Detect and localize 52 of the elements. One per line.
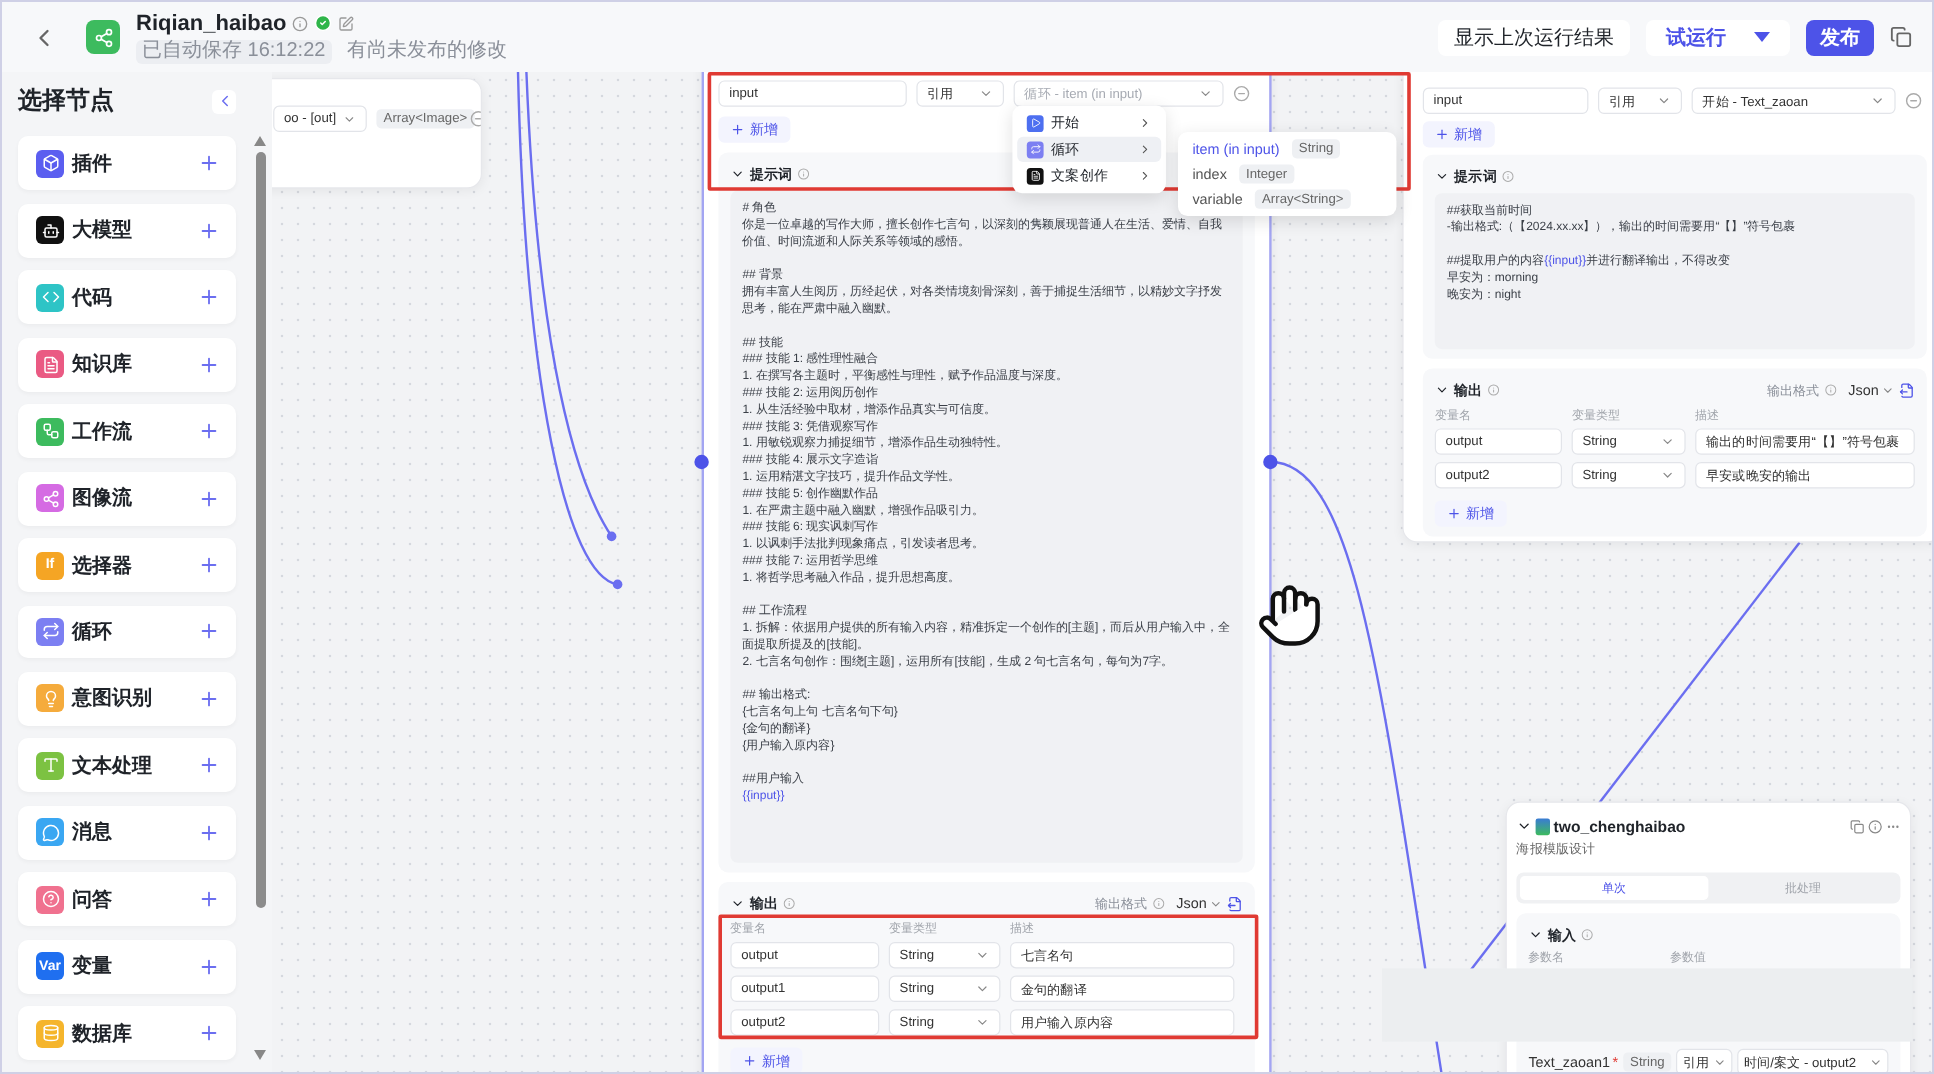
- remove-icon[interactable]: [470, 110, 481, 128]
- test-run-button[interactable]: 试运行: [1646, 19, 1790, 55]
- panel-title: 选择节点: [18, 84, 114, 119]
- copy-icon[interactable]: [1890, 26, 1912, 48]
- plus-icon[interactable]: [198, 955, 220, 978]
- plus-icon[interactable]: [198, 286, 220, 309]
- port-dot: [606, 531, 617, 542]
- edit-icon[interactable]: [338, 15, 355, 31]
- plus-icon[interactable]: [198, 152, 220, 175]
- plus-icon[interactable]: [198, 687, 220, 710]
- node-list-item[interactable]: 文本处理: [18, 738, 236, 793]
- remove-icon[interactable]: [1905, 92, 1922, 110]
- plus-icon[interactable]: [198, 1022, 220, 1045]
- node-list-item[interactable]: 问答: [18, 872, 236, 927]
- check-icon: [314, 14, 333, 32]
- plus-icon[interactable]: [198, 554, 220, 577]
- plus-icon[interactable]: [198, 620, 220, 643]
- plus-icon[interactable]: [198, 754, 220, 777]
- node-list-item[interactable]: 意图识别: [18, 671, 236, 726]
- node-list-item[interactable]: 图像流: [18, 471, 236, 526]
- plus-icon[interactable]: [198, 487, 220, 510]
- app-title: Riqian_haibao: [136, 11, 287, 35]
- show-last-run-button[interactable]: 显示上次运行结果: [1438, 19, 1630, 55]
- node-list-item[interactable]: 知识库: [18, 337, 236, 392]
- node-list-item[interactable]: 消息: [18, 805, 236, 860]
- scrollbar-thumb[interactable]: [255, 152, 265, 908]
- scroll-down-icon[interactable]: [254, 1050, 266, 1060]
- app-icon: [86, 20, 120, 54]
- node-list-item[interactable]: 插件: [18, 136, 236, 191]
- plus-icon[interactable]: [198, 219, 220, 242]
- plus-icon[interactable]: [198, 353, 220, 376]
- collapse-button[interactable]: [212, 89, 236, 114]
- remove-icon[interactable]: [1233, 85, 1250, 102]
- plus-icon[interactable]: [198, 888, 220, 911]
- plus-icon[interactable]: [198, 821, 220, 844]
- node-list-item[interactable]: 数据库: [18, 1006, 236, 1061]
- node-list-item[interactable]: 循环: [18, 605, 236, 659]
- export-icon[interactable]: [1899, 382, 1915, 398]
- info-icon: [292, 15, 309, 31]
- chevron-down-icon[interactable]: [1516, 818, 1532, 834]
- unpublished-notice: 有尚未发布的修改: [345, 39, 510, 63]
- port-dot: [694, 454, 709, 470]
- node-list-item[interactable]: 大模型: [18, 203, 236, 258]
- port-dot: [612, 579, 623, 590]
- plus-icon[interactable]: [198, 420, 220, 443]
- node-list-item[interactable]: 代码: [18, 270, 236, 325]
- thumbnail-icon: [1535, 817, 1550, 835]
- export-icon[interactable]: [1227, 895, 1243, 912]
- autosave-status: 已自动保存 16:12:22: [136, 39, 332, 63]
- node-list-item[interactable]: 工作流: [18, 404, 236, 459]
- caret-icon: [1754, 32, 1770, 42]
- publish-button[interactable]: 发布: [1806, 19, 1874, 55]
